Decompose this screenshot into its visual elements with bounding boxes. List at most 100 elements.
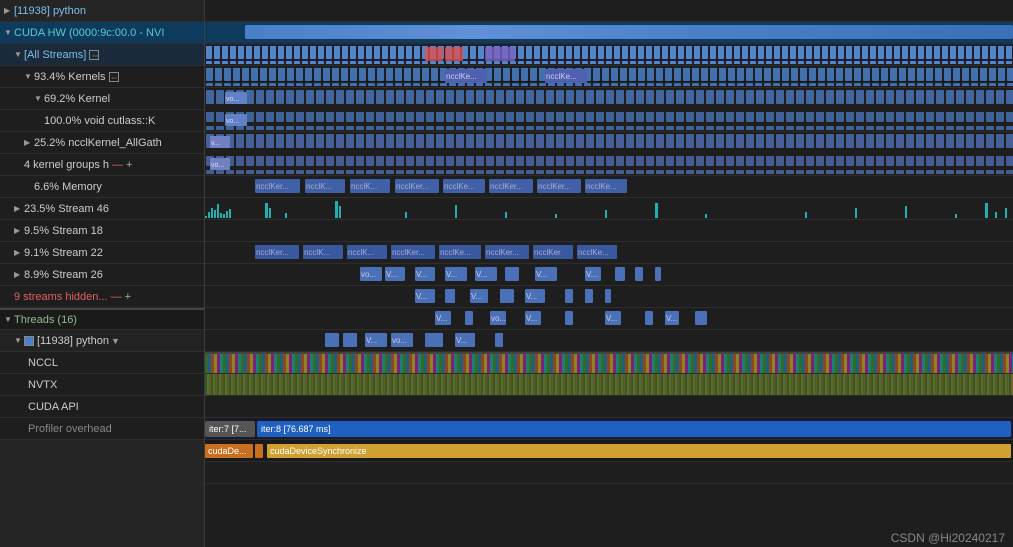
r-nvtx-row: iter:7 [7... iter:8 [76.687 ms] [205,418,1013,440]
r-stream22-row: V... V... V... [205,286,1013,308]
python-row[interactable]: [11938] python [0,0,204,22]
stream46-triangle[interactable] [14,204,24,213]
stream46-label: 23.5% Stream 46 [24,203,109,215]
kernel-groups-label: 4 kernel groups h [24,159,109,171]
threads-label: Threads (16) [14,314,77,326]
svg-text:V...: V... [386,270,397,279]
cuda-hw-label: CUDA HW (0000:9c:00.0 - NVI [14,27,164,39]
kernels-triangle[interactable] [24,72,34,81]
svg-text:ncclKer: ncclKer [534,248,561,257]
kernel-groups-minus[interactable]: — [112,159,123,171]
all-streams-row[interactable]: [All Streams] ⇔ [0,44,204,66]
nccl25-row[interactable]: 25.2% ncclKernel_AllGath [0,132,204,154]
cuda-small-bar [255,444,263,458]
nccl25-label: 25.2% ncclKernel_AllGath [34,137,162,149]
stream46-svg: ncclKer... ncclK... ncclK... ncclKer... … [205,242,1013,264]
svg-text:V...: V... [446,270,457,279]
stream18-row[interactable]: 9.5% Stream 18 [0,220,204,242]
r-nccl25-row: ncclKer... ncclK... ncclK... ncclKer... … [205,176,1013,198]
all-streams-label: [All Streams] [24,49,86,61]
python-triangle[interactable] [4,6,14,15]
stream18-svg: vo... V... V... V... V... V... V... [205,264,1013,286]
kernels-row[interactable]: 93.4% Kernels ⇔ [0,66,204,88]
r-stream18-row: vo... V... V... V... V... V... V... [205,264,1013,286]
threads-triangle[interactable] [4,315,14,324]
void-cutlass-svg: v... vo... [205,132,1013,176]
python-dropdown[interactable]: ▼ [111,336,120,346]
cuda-api-label: CUDA API [28,401,79,413]
svg-text:ncclK...: ncclK... [351,182,377,191]
r-cuda-api-row: cudaDe... cudaDeviceSynchronize [205,440,1013,462]
r-nccl-row [205,396,1013,418]
svg-text:V...: V... [536,270,547,279]
svg-text:V...: V... [526,292,537,301]
svg-text:ncclKe...: ncclKe... [578,248,609,257]
threads-row[interactable]: Threads (16) [0,308,204,330]
kernel69-svg: vo... vo... [205,88,1013,132]
void-cutlass-row[interactable]: 100.0% void cutlass::K [0,110,204,132]
kernel-groups-row[interactable]: 4 kernel groups h — + [0,154,204,176]
svg-text:V...: V... [606,314,617,323]
r-stream26-row: V... vo... V... V... V... [205,308,1013,330]
kernel69-triangle[interactable] [34,94,44,103]
python-thread-row[interactable]: [11938] python ▼ [0,330,204,352]
nccl-label: NCCL [28,357,58,369]
svg-text:vo...: vo... [491,314,506,323]
kernels-expand[interactable]: ⇔ [109,72,119,82]
stream18-triangle[interactable] [14,226,24,235]
kernel-groups-plus[interactable]: + [126,159,132,171]
svg-text:ncclKe...: ncclKe... [546,72,577,81]
stream26-svg: V... vo... V... V... V... [205,308,1013,330]
all-streams-triangle[interactable] [14,50,24,59]
svg-text:V...: V... [416,270,427,279]
stream22-label: 9.1% Stream 22 [24,247,103,259]
streams-plus[interactable]: + [125,291,131,303]
python-thread-triangle[interactable] [14,336,24,345]
svg-text:ncclK...: ncclK... [306,182,332,191]
kernel69-label: 69.2% Kernel [44,93,110,105]
cuda-api-right-bar: cudaDeviceSynchronize [267,444,1011,458]
python-label: [11938] python [14,5,86,17]
void-cutlass-label: 100.0% void cutlass::K [44,115,155,127]
stream26-row[interactable]: 8.9% Stream 26 [0,264,204,286]
kernels-svg: ncclKe... ncclKe... [205,66,1013,88]
r-python-row [205,0,1013,22]
svg-text:V...: V... [526,314,537,323]
svg-text:ncclKer...: ncclKer... [490,182,523,191]
stream26-triangle[interactable] [14,270,24,279]
svg-text:V...: V... [366,336,377,345]
cuda-hw-triangle[interactable] [4,28,14,37]
stream18-label: 9.5% Stream 18 [24,225,103,237]
kernel69-row[interactable]: 69.2% Kernel [0,88,204,110]
streams-minus[interactable]: — [111,291,122,303]
svg-text:V...: V... [666,314,677,323]
nccl25-triangle[interactable] [24,138,34,147]
r-python-thread-row [205,374,1013,396]
stream46-row[interactable]: 23.5% Stream 46 [0,198,204,220]
stream22-row[interactable]: 9.1% Stream 22 [0,242,204,264]
all-streams-expand[interactable]: ⇔ [89,50,99,60]
stream26-label: 8.9% Stream 26 [24,269,103,281]
r-void-cutlass-row: v... vo... [205,132,1013,176]
svg-text:vo...: vo... [226,96,239,103]
svg-text:ncclKe...: ncclKe... [440,248,471,257]
svg-text:vo...: vo... [392,336,407,345]
svg-text:ncclKer...: ncclKer... [396,182,429,191]
memory-row[interactable]: 6.6% Memory [0,176,204,198]
nvtx-iter8-bar: iter:8 [76.687 ms] [257,421,1011,437]
profiler-row: Profiler overhead [0,418,204,440]
python-thread-band [205,374,1013,396]
nvtx-row: NVTX [0,374,204,396]
svg-text:v...: v... [211,140,220,147]
cuda-hw-bar [245,25,1013,39]
svg-text:V...: V... [471,292,482,301]
r-kernels-row: ncclKe... ncclKe... [205,66,1013,88]
svg-text:ncclKe...: ncclKe... [586,182,617,191]
python-thread-checkbox[interactable] [24,336,34,346]
svg-text:vo...: vo... [226,118,239,125]
cuda-api-left-bar: cudaDe... [205,444,253,458]
stream22-svg: V... V... V... [205,286,1013,308]
cuda-hw-row[interactable]: CUDA HW (0000:9c:00.0 - NVI [0,22,204,44]
stream22-triangle[interactable] [14,248,24,257]
svg-text:ncclKer...: ncclKer... [256,182,289,191]
